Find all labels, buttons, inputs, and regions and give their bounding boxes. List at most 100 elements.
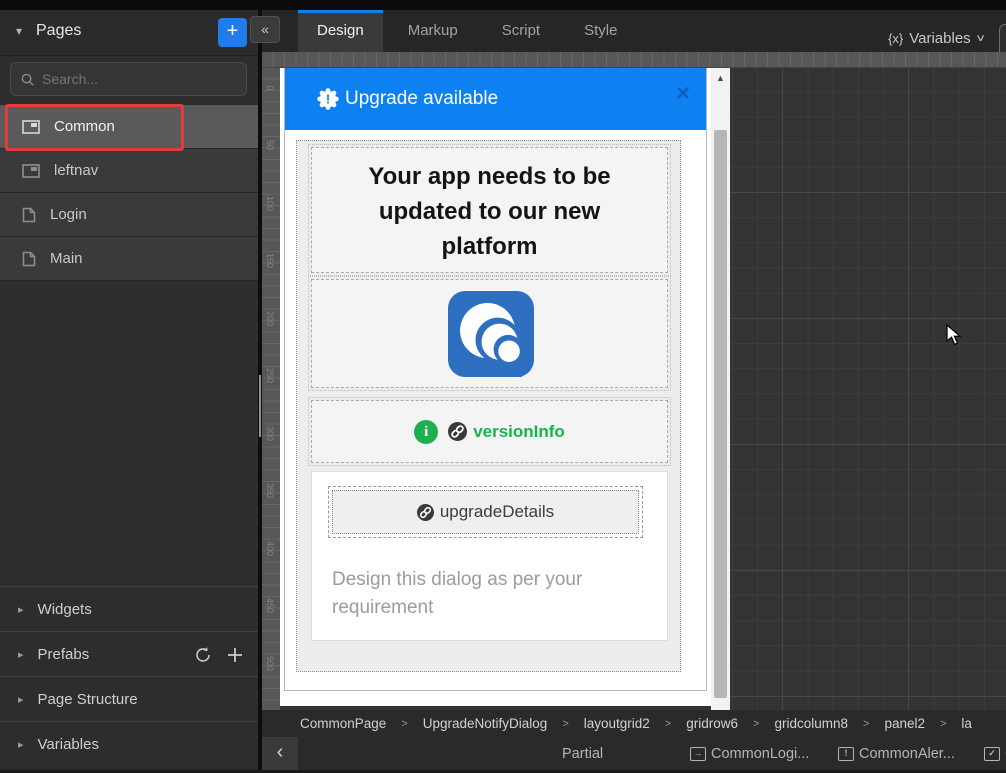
sidebar-section-widgets[interactable]: ▸ Widgets xyxy=(0,586,258,631)
open-files-tabbar: ‹ Partial → CommonLogi... ! CommonAler..… xyxy=(262,737,1006,770)
ruler-label: 300 xyxy=(265,426,275,440)
widget-breadcrumb: CommonPage > UpgradeNotifyDialog > layou… xyxy=(262,710,1006,737)
ruler-label: 450 xyxy=(265,598,275,612)
canvas-grid-background xyxy=(730,68,1006,710)
tab-markup[interactable]: Markup xyxy=(389,10,477,52)
tab-label: Partial xyxy=(562,746,603,762)
partial-page-icon xyxy=(22,120,40,134)
page-icon xyxy=(22,251,36,267)
confirm-icon: ✓ xyxy=(984,747,1000,761)
upgrade-notify-dialog: ! Upgrade available × Your app needs to … xyxy=(284,68,707,691)
breadcrumb-item[interactable]: gridcolumn8 xyxy=(774,716,848,731)
vertical-ruler: 0 50 100 150 200 250 300 350 400 450 500 xyxy=(262,68,280,710)
dialog-title: Upgrade available xyxy=(345,88,498,110)
heading-line: platform xyxy=(312,229,667,264)
pages-panel-header[interactable]: ▾ Pages + xyxy=(0,10,258,56)
section-label: Widgets xyxy=(38,601,92,618)
tab-common-alert[interactable]: ! CommonAler... xyxy=(838,737,955,770)
pages-panel-title: Pages xyxy=(36,22,81,40)
refresh-icon[interactable] xyxy=(194,646,212,664)
ruler-label: 0 xyxy=(265,81,275,95)
picture-widget[interactable] xyxy=(311,279,668,388)
add-page-button[interactable]: + xyxy=(218,18,247,47)
variables-x-icon: {x} xyxy=(888,31,903,46)
sidebar-item-main[interactable]: Main xyxy=(0,237,258,281)
breadcrumb-item[interactable]: panel2 xyxy=(884,716,925,731)
sidebar-item-login[interactable]: Login xyxy=(0,193,258,237)
editor-mode-tabbar: Design Markup Script Style {x} Variables… xyxy=(262,10,1006,52)
page-item-label: Login xyxy=(50,206,87,223)
breadcrumb-item[interactable]: gridrow6 xyxy=(686,716,738,731)
tabs-scroll-left-button[interactable]: ‹ xyxy=(262,737,298,770)
upgrade-details-button[interactable]: upgradeDetails xyxy=(332,490,639,534)
canvas-vertical-scrollbar[interactable]: ▲ xyxy=(711,68,730,710)
scroll-up-button[interactable]: ▲ xyxy=(711,68,730,88)
sidebar-section-prefabs[interactable]: ▸ Prefabs xyxy=(0,631,258,676)
section-label: Page Structure xyxy=(38,691,138,708)
window-top-strip xyxy=(0,0,1006,10)
dialog-header[interactable]: ! Upgrade available × xyxy=(285,68,706,130)
ruler-label: 50 xyxy=(265,138,275,152)
sidebar-item-leftnav[interactable]: leftnav xyxy=(0,149,258,193)
breadcrumb-separator: > xyxy=(562,718,568,730)
ruler-label: 200 xyxy=(265,311,275,325)
sidebar-item-common[interactable]: Common xyxy=(0,105,258,149)
tab-design[interactable]: Design xyxy=(298,10,383,52)
caret-right-icon: ▸ xyxy=(18,738,24,751)
tab-partial[interactable]: Partial xyxy=(562,737,603,770)
placeholder-line: requirement xyxy=(332,594,665,622)
scrollbar-thumb[interactable] xyxy=(714,130,727,698)
dialog-layout-grid[interactable]: Your app needs to be updated to our new … xyxy=(296,140,681,672)
heading-line: Your app needs to be xyxy=(312,159,667,194)
ruler-label: 500 xyxy=(265,656,275,670)
badge-exclamation-icon: ! xyxy=(317,88,339,110)
ruler-label: 350 xyxy=(265,483,275,497)
breadcrumb-item[interactable]: la xyxy=(961,716,972,731)
placeholder-line: Design this dialog as per your xyxy=(332,566,665,594)
partial-page-icon xyxy=(22,164,40,178)
section-label: Prefabs xyxy=(38,646,90,663)
section-label: Variables xyxy=(38,736,99,753)
ruler-label: 150 xyxy=(265,253,275,267)
alert-icon: ! xyxy=(838,747,854,761)
caret-right-icon: ▸ xyxy=(18,603,24,616)
breadcrumb-separator: > xyxy=(401,718,407,730)
tab-style[interactable]: Style xyxy=(565,10,636,52)
horizontal-ruler xyxy=(262,52,1006,68)
ruler-label: 250 xyxy=(265,368,275,382)
breadcrumb-item[interactable]: CommonPage xyxy=(300,716,386,731)
close-icon[interactable]: × xyxy=(676,82,690,106)
login-icon: → xyxy=(690,747,706,761)
heading-line: updated to our new xyxy=(312,194,667,229)
breadcrumb-item[interactable]: UpgradeNotifyDialog xyxy=(423,716,548,731)
panel-widget[interactable]: upgradeDetails Design this dialog as per… xyxy=(311,471,668,641)
page-list-empty-area xyxy=(0,281,258,586)
breadcrumb-item[interactable]: layoutgrid2 xyxy=(584,716,650,731)
variables-label: Variables xyxy=(909,30,970,47)
variables-dropdown[interactable]: {x} Variables ∨ xyxy=(888,30,984,47)
sidebar-section-variables[interactable]: ▸ Variables xyxy=(0,721,258,766)
tab-label: CommonLogi... xyxy=(711,746,809,762)
search-input[interactable] xyxy=(42,71,222,87)
tab-common-login[interactable]: → CommonLogi... xyxy=(690,737,809,770)
breadcrumb-separator: > xyxy=(940,718,946,730)
page-search-box[interactable] xyxy=(10,62,247,96)
caret-right-icon: ▸ xyxy=(18,693,24,706)
wavemaker-logo xyxy=(448,291,534,377)
heading-widget[interactable]: Your app needs to be updated to our new … xyxy=(311,147,668,273)
page-item-label: leftnav xyxy=(54,162,98,179)
add-icon[interactable] xyxy=(226,646,244,664)
button-outline: upgradeDetails xyxy=(328,486,643,538)
sidebar-scrollbar-thumb[interactable] xyxy=(259,375,261,437)
caret-down-icon: ▾ xyxy=(16,24,22,38)
tab-common-confirm[interactable]: ✓ CommonCon... xyxy=(984,737,1006,770)
ruler-label: 100 xyxy=(265,196,275,210)
version-info-widget[interactable]: i versionInfo xyxy=(311,400,668,463)
page-item-label: Main xyxy=(50,250,83,267)
page-item-label: Common xyxy=(54,118,115,135)
sidebar-section-page-structure[interactable]: ▸ Page Structure xyxy=(0,676,258,721)
bind-icon xyxy=(417,504,434,521)
collapse-sidebar-button[interactable]: « xyxy=(250,16,280,43)
version-info-label: versionInfo xyxy=(473,422,565,442)
tab-script[interactable]: Script xyxy=(483,10,559,52)
